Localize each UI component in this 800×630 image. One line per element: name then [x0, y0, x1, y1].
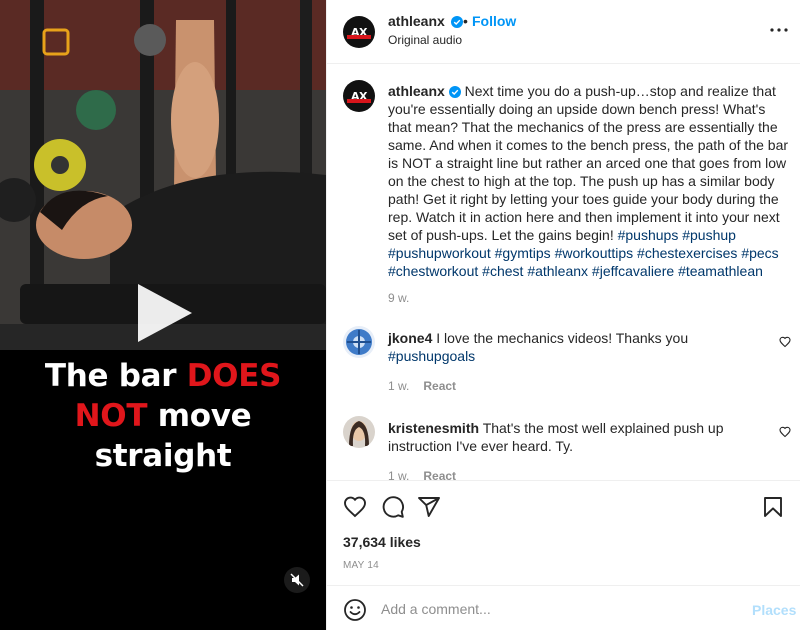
share-icon	[418, 497, 440, 517]
caption-text: athleanx Next time you do a push-up…stop…	[388, 82, 792, 280]
emoji-icon	[344, 599, 366, 621]
avatar-logo-bar	[347, 99, 371, 103]
hashtag-link[interactable]: #teamathlean	[678, 263, 763, 279]
comment-composer: Places	[327, 585, 800, 630]
react-button[interactable]: React	[423, 469, 456, 480]
caption-time: 9 w.	[388, 291, 410, 305]
video-player[interactable]: The bar DOES NOT move straight	[0, 0, 326, 630]
comment-input[interactable]	[381, 596, 721, 622]
verified-icon	[450, 16, 463, 29]
more-icon	[770, 28, 788, 32]
hashtag-link[interactable]: #chestworkout	[388, 263, 478, 279]
commenter-avatar[interactable]	[343, 416, 375, 448]
follow-button[interactable]: Follow	[472, 13, 516, 29]
overlay-text: straight	[94, 438, 232, 474]
comment-text: kristenesmith That's the most well expla…	[388, 419, 768, 455]
comment-button[interactable]	[381, 495, 405, 519]
caption-timestamp[interactable]: 9 w.	[388, 291, 409, 305]
caption-body: Next time you do a push-up…stop and real…	[388, 83, 789, 243]
hashtag-link[interactable]: #pecs	[741, 245, 778, 261]
like-comment-button[interactable]	[779, 425, 791, 438]
play-icon	[138, 284, 192, 342]
save-icon	[764, 497, 782, 517]
heart-icon	[779, 336, 791, 348]
hashtag-link[interactable]: #pushups	[618, 227, 679, 243]
avatar[interactable]: AX	[343, 16, 375, 48]
comment-time[interactable]: 1 w.	[388, 469, 409, 480]
comment-meta: 1 w. React	[388, 379, 456, 393]
hashtag-link[interactable]: #workouttips	[555, 245, 634, 261]
mute-icon	[290, 573, 304, 587]
post-header: AX athleanx • Follow Original audio	[327, 0, 800, 64]
mute-button[interactable]	[284, 567, 310, 593]
post-dialog: The bar DOES NOT move straight AX athlea…	[0, 0, 800, 630]
comment-text: jkone4 I love the mechanics videos! Than…	[388, 329, 768, 365]
comments-scroll-area[interactable]: AX athleanx Next time you do a push-up…s…	[327, 64, 800, 480]
more-options-button[interactable]	[767, 22, 791, 38]
hashtag-link[interactable]: #pushupworkout	[388, 245, 491, 261]
post-actions: 37,634 likes MAY 14	[327, 480, 800, 585]
hashtag-link[interactable]: #gymtips	[495, 245, 551, 261]
header-username-text: athleanx	[388, 13, 445, 29]
play-button[interactable]	[128, 278, 198, 348]
hashtag-link[interactable]: #chestexercises	[637, 245, 737, 261]
overlay-line-1: The bar DOES	[0, 356, 326, 396]
caption-avatar[interactable]: AX	[343, 80, 375, 112]
heart-icon	[779, 426, 791, 438]
hashtag-link[interactable]: #jeffcavaliere	[592, 263, 674, 279]
post-panel: AX athleanx • Follow Original audio AX a…	[326, 0, 800, 630]
comment-body: I love the mechanics videos! Thanks you	[436, 330, 689, 346]
verified-icon	[448, 86, 461, 99]
hashtag-link[interactable]: #athleanx	[527, 263, 588, 279]
heart-icon	[344, 496, 366, 518]
audio-label[interactable]: Original audio	[388, 33, 462, 47]
comment-meta: 1 w. React	[388, 469, 456, 480]
overlay-text: move	[147, 398, 252, 434]
overlay-line-2: NOT move	[0, 396, 326, 436]
overlay-text-red: DOES	[186, 358, 282, 394]
commenter-avatar[interactable]	[343, 326, 375, 358]
overlay-line-3: straight	[0, 436, 326, 476]
caption-username[interactable]: athleanx	[388, 83, 445, 99]
video-text-overlay: The bar DOES NOT move straight	[0, 356, 326, 476]
share-button[interactable]	[417, 495, 441, 519]
emoji-button[interactable]	[343, 598, 367, 622]
comment-username[interactable]: kristenesmith	[388, 420, 479, 436]
react-button[interactable]: React	[423, 379, 456, 393]
avatar-logo-bar	[347, 35, 371, 39]
post-comment-button[interactable]: Places	[752, 602, 796, 618]
overlay-text: The bar	[44, 358, 187, 394]
comment-time[interactable]: 1 w.	[388, 379, 409, 393]
commenter-avatar-image	[343, 416, 375, 448]
hashtag-link[interactable]: #chest	[482, 263, 523, 279]
comment-icon	[382, 496, 404, 518]
overlay-text-red: NOT	[74, 398, 148, 434]
comment-username[interactable]: jkone4	[388, 330, 432, 346]
hashtag-link[interactable]: #pushupgoals	[388, 348, 475, 364]
like-button[interactable]	[343, 495, 367, 519]
like-comment-button[interactable]	[779, 335, 791, 348]
header-username[interactable]: athleanx	[388, 13, 463, 29]
commenter-avatar-image	[343, 326, 375, 358]
hashtag-link[interactable]: #pushup	[682, 227, 736, 243]
video-frame	[0, 0, 326, 350]
header-separator: •	[463, 13, 468, 29]
save-button[interactable]	[761, 495, 785, 519]
likes-count[interactable]: 37,634 likes	[343, 534, 421, 550]
post-date[interactable]: MAY 14	[343, 560, 379, 571]
